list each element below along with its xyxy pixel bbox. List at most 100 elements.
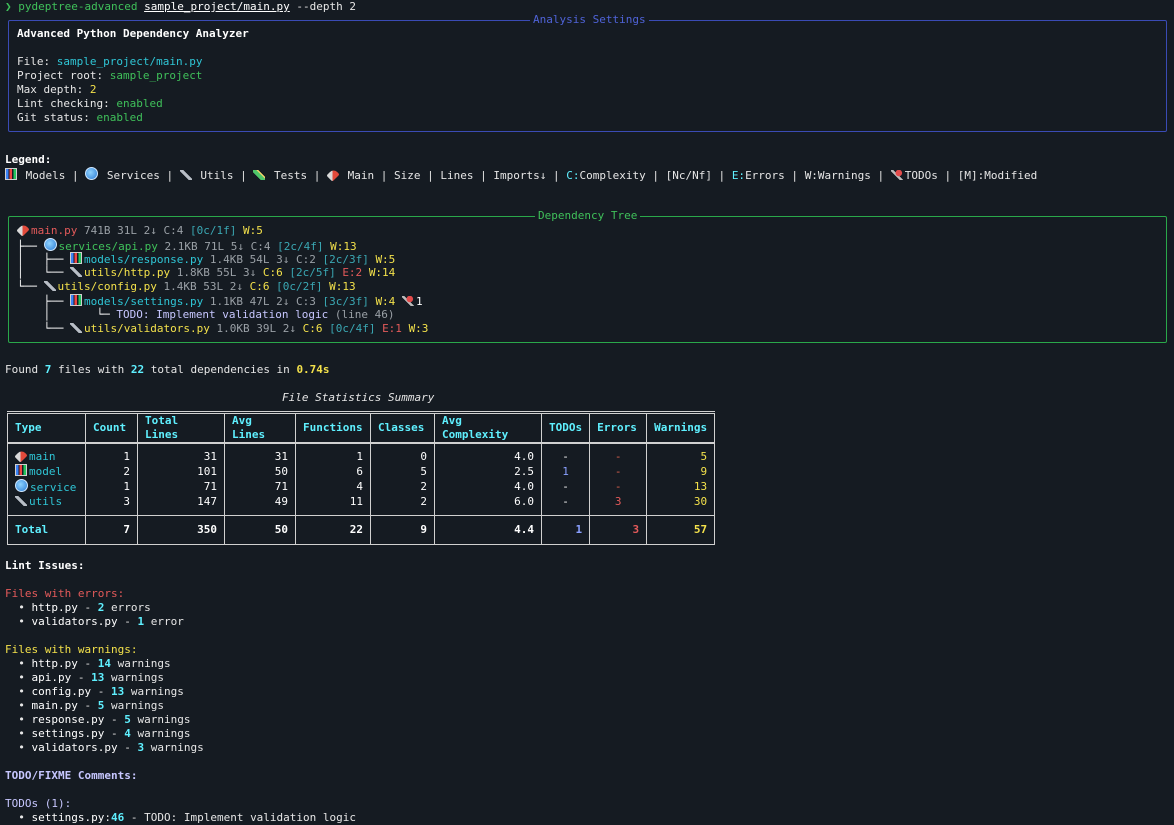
node-size: 1.4KB (163, 280, 197, 293)
tree-node[interactable]: │ └── utils/http.py 1.8KB 55L 3↓ C:6 [2c… (17, 266, 428, 280)
node-warnings: W:5 (242, 224, 263, 237)
cell-count: 2 (123, 464, 130, 478)
cell-todos: - (562, 480, 569, 493)
lint-file: http.py (31, 657, 78, 670)
files-with-errors-list: • http.py - 2 errors • validators.py - 1… (5, 601, 184, 629)
node-warnings: W:14 (368, 266, 396, 279)
node-complexity: C:3 (295, 295, 316, 308)
cell-complexity: 4.0 (514, 480, 534, 493)
lint-unit: warnings (130, 727, 191, 740)
cell-complexity: 6.0 (514, 495, 534, 508)
cell-functions: 4 (356, 480, 363, 493)
tree-branch: ├── (17, 295, 70, 308)
files-with-warnings-list: • http.py - 14 warnings • api.py - 13 wa… (5, 657, 203, 755)
column-header: Type (7, 412, 86, 444)
bullet: • (5, 601, 32, 614)
setting-lint-checking: Lint checking: enabled (17, 97, 163, 110)
cell-warnings: 9 (700, 464, 708, 478)
node-size: 1.0KB (216, 322, 250, 335)
node-class-func-count: [0c/1f] (189, 224, 237, 237)
node-complexity: C:6 (262, 266, 283, 279)
command-line: ❯ pydeptree-advanced sample_project/main… (5, 0, 356, 14)
column-header: Avg Complexity (434, 412, 542, 444)
wrench-icon (15, 496, 27, 506)
table-row: utils 3 147 49 11 2 6.0 - 3 30 (7, 495, 716, 509)
tree-node-name: models/response.py (83, 253, 204, 266)
files-with-warnings-title: Files with warnings: (5, 643, 138, 656)
table-total-row: Total 7 350 50 22 9 4.4 1 3 57 (7, 515, 716, 545)
list-item: • settings.py - 4 warnings (5, 727, 191, 740)
wrench-icon (43, 281, 56, 291)
tree-node[interactable]: main.py 741B 31L 2↓ C:4 [0c/1f] W:5 (16, 223, 428, 238)
cell-total: 31 (203, 450, 217, 463)
tree-node-name: main.py (31, 224, 78, 237)
wrench-icon (69, 323, 82, 333)
list-item: • main.py - 5 warnings (5, 699, 164, 712)
cell-warnings: 13 (693, 480, 708, 493)
lint-count: 5 (124, 713, 131, 726)
tree-node-name: utils/http.py (83, 266, 171, 279)
command-path[interactable]: sample_project/main.py (144, 0, 290, 13)
tree-node[interactable]: ├── services/api.py 2.1KB 71L 5↓ C:4 [2c… (17, 238, 428, 253)
tree-node[interactable]: └── utils/config.py 1.4KB 53L 2↓ C:6 [0c… (17, 280, 428, 294)
node-warnings: W:13 (329, 280, 356, 293)
node-complexity: C:4 (163, 224, 184, 237)
tree-branch: │ └── (17, 266, 70, 279)
bullet: • (5, 685, 32, 698)
cell-count: 1 (123, 450, 130, 463)
node-lines: 39L (256, 322, 277, 335)
cell-total: 71 (203, 480, 217, 493)
pencil-icon (253, 170, 266, 180)
total-count: 7 (123, 523, 130, 536)
lint-unit: errors (104, 601, 151, 614)
node-errors: E:2 (342, 266, 363, 279)
lint-count: 13 (91, 671, 105, 684)
column-header: Warnings (646, 412, 716, 444)
column-header: Classes (370, 412, 435, 444)
prompt-symbol: ❯ (5, 0, 12, 13)
row-type: main (29, 450, 56, 463)
lint-file: http.py (31, 601, 78, 614)
node-complexity: C:6 (302, 322, 323, 335)
total-avg: 50 (274, 523, 288, 536)
stats-table-title: File Statistics Summary (282, 391, 435, 404)
bullet: • (5, 657, 32, 670)
found-summary: Found 7 files with 22 total dependencies… (5, 363, 330, 376)
lint-count: 4 (124, 727, 131, 740)
tree-node[interactable]: └── utils/validators.py 1.0KB 39L 2↓ C:6… (17, 322, 428, 336)
column-header: Count (85, 412, 138, 444)
bullet: • (5, 615, 32, 628)
lint-count: 13 (110, 685, 125, 698)
lint-file: response.py (31, 713, 105, 726)
tree-node[interactable]: │ ├── models/response.py 1.4KB 54L 3↓ C:… (17, 252, 428, 266)
total-classes: 9 (420, 523, 427, 536)
total-total: 350 (197, 523, 217, 536)
cell-count: 3 (123, 495, 130, 508)
cell-functions: 1 (356, 450, 363, 463)
bullet: • (5, 741, 32, 754)
total-errors: 3 (632, 523, 640, 536)
node-imports: 2↓ (282, 322, 296, 335)
cell-complexity: 2.5 (514, 464, 534, 478)
node-class-func-count: [0c/4f] (329, 322, 376, 335)
dependency-tree-title: Dependency Tree (535, 209, 641, 223)
rocket-icon (326, 168, 340, 182)
node-imports: 2↓ (229, 280, 243, 293)
chart-icon (5, 168, 17, 180)
lint-unit: error (144, 615, 184, 628)
table-row: model 2 101 50 6 5 2.5 1 - 9 (7, 464, 716, 479)
chart-icon (15, 464, 27, 476)
node-class-func-count: [2c/3f] (322, 253, 369, 266)
tree-node[interactable]: ├── models/settings.py 1.1KB 47L 2↓ C:3 … (17, 294, 428, 308)
list-item: • response.py - 5 warnings (5, 713, 191, 726)
todo-items-list: • settings.py:46 - TODO: Implement valid… (5, 811, 356, 825)
total-complexity: 4.4 (514, 523, 534, 536)
node-lines: 53L (203, 280, 224, 293)
files-with-errors-title: Files with errors: (5, 587, 125, 600)
cell-count: 1 (123, 480, 130, 493)
analysis-settings-title: Analysis Settings (530, 13, 649, 27)
tree-node-name: models/settings.py (83, 295, 204, 308)
total-todos: 1 (575, 523, 583, 536)
column-header: Avg Lines (224, 412, 296, 444)
dependency-tree-panel: Dependency Tree main.py 741B 31L 2↓ C:4 … (8, 209, 1167, 343)
